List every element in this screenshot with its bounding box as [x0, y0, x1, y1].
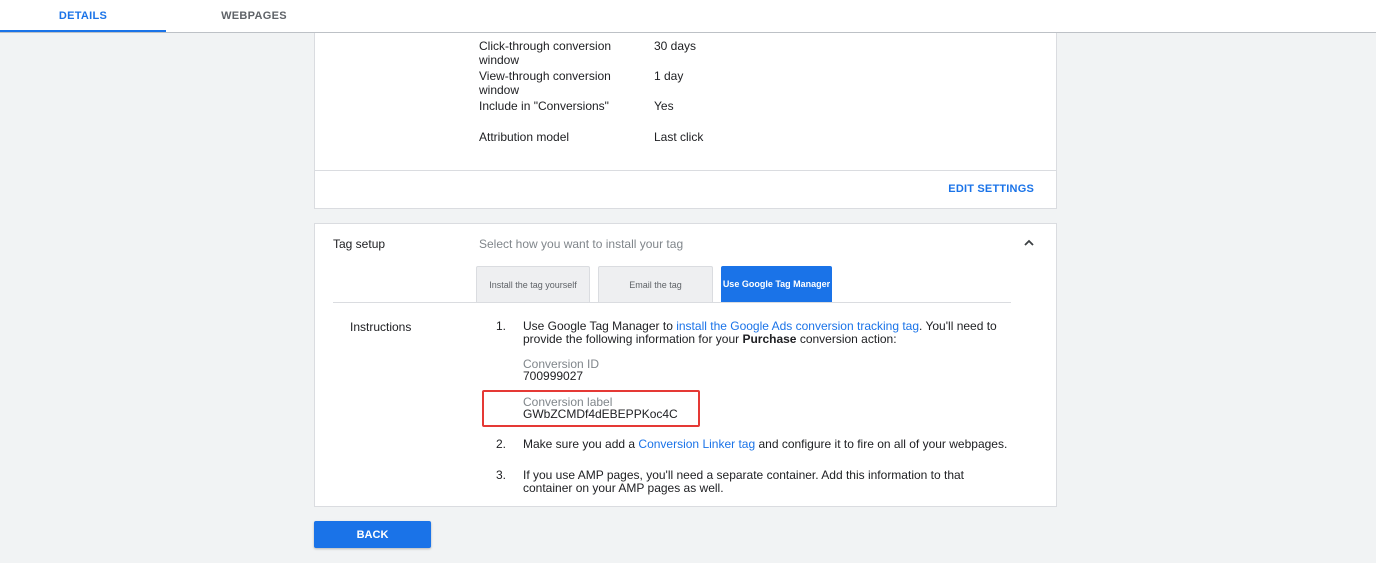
setting-row-attribution-model: Attribution model Last click [479, 130, 703, 144]
tab-details[interactable]: DETAILS [0, 0, 166, 32]
setting-row-click-through: Click-through conversion window 30 days [479, 39, 696, 67]
step-text: If you use AMP pages, you'll need a sepa… [523, 468, 965, 495]
conversion-id-field: Conversion ID 700999027 [523, 358, 599, 382]
step-number: 2. [496, 437, 507, 451]
setting-label: Include in "Conversions" [479, 99, 609, 113]
step-text: Make sure you add a Conversion Linker ta… [523, 438, 1013, 451]
step-text-part: Make sure you add a [523, 437, 639, 451]
gtm-install-link[interactable]: install the Google Ads conversion tracki… [676, 319, 919, 333]
setting-label: Click-through conversion window [479, 39, 612, 67]
back-button[interactable]: BACK [314, 521, 431, 548]
step-text: Use Google Tag Manager to install the Go… [523, 320, 1013, 346]
setting-value: Last click [654, 130, 704, 144]
chevron-up-icon[interactable] [1022, 236, 1036, 250]
divider [333, 302, 1011, 303]
conversion-action-name: Purchase [742, 332, 797, 346]
step-text-part: and configure it to fire on all of your … [755, 437, 1008, 451]
setting-value: 30 days [654, 39, 697, 53]
setting-label: Attribution model [479, 130, 570, 144]
conversion-id-value: 700999027 [523, 369, 584, 383]
setting-value: Yes [654, 99, 674, 113]
step-number: 1. [496, 319, 507, 333]
active-tab-indicator [0, 30, 166, 32]
setting-label: View-through conversion window [479, 69, 611, 97]
instruction-step-2: 2. Make sure you add a Conversion Linker… [496, 438, 1013, 451]
tag-setup-subtitle: Select how you want to install your tag [479, 237, 684, 251]
edit-settings-button[interactable]: EDIT SETTINGS [948, 183, 1034, 195]
setting-row-view-through: View-through conversion window 1 day [479, 69, 683, 97]
tag-setup-card: Tag setup Select how you want to install… [314, 223, 1057, 507]
setting-value: 1 day [654, 69, 684, 83]
step-text-part: Use Google Tag Manager to [523, 319, 677, 333]
divider [315, 170, 1056, 171]
install-yourself-option[interactable]: Install the tag yourself [476, 266, 590, 303]
conversion-settings-card: Click-through conversion window 30 days … [314, 33, 1057, 209]
setting-row-include-conversions: Include in "Conversions" Yes [479, 99, 674, 113]
step-text-part: conversion action: [796, 332, 897, 346]
google-tag-manager-option[interactable]: Use Google Tag Manager [721, 266, 832, 303]
highlight-box [482, 390, 700, 427]
email-tag-option[interactable]: Email the tag [598, 266, 713, 303]
instructions-label: Instructions [350, 320, 412, 334]
step-number: 3. [496, 468, 507, 482]
tag-setup-title: Tag setup [333, 237, 386, 251]
tab-bar: DETAILS WEBPAGES [0, 0, 1376, 33]
conversion-linker-link[interactable]: Conversion Linker tag [638, 437, 755, 451]
instruction-step-1: 1. Use Google Tag Manager to install the… [496, 320, 1013, 346]
tab-webpages[interactable]: WEBPAGES [166, 0, 342, 32]
instruction-step-3: 3. If you use AMP pages, you'll need a s… [496, 469, 1013, 495]
